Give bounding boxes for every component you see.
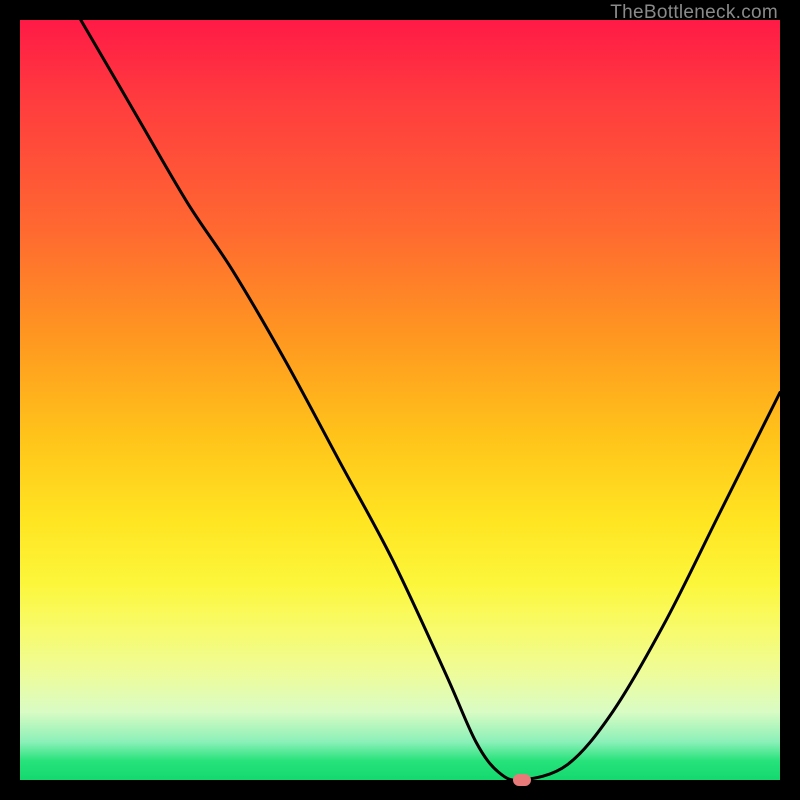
bottleneck-curve (81, 20, 780, 780)
optimal-point-marker (513, 774, 531, 786)
chart-frame: TheBottleneck.com (0, 0, 800, 800)
plot-area (20, 20, 780, 780)
curve-svg (20, 20, 780, 780)
